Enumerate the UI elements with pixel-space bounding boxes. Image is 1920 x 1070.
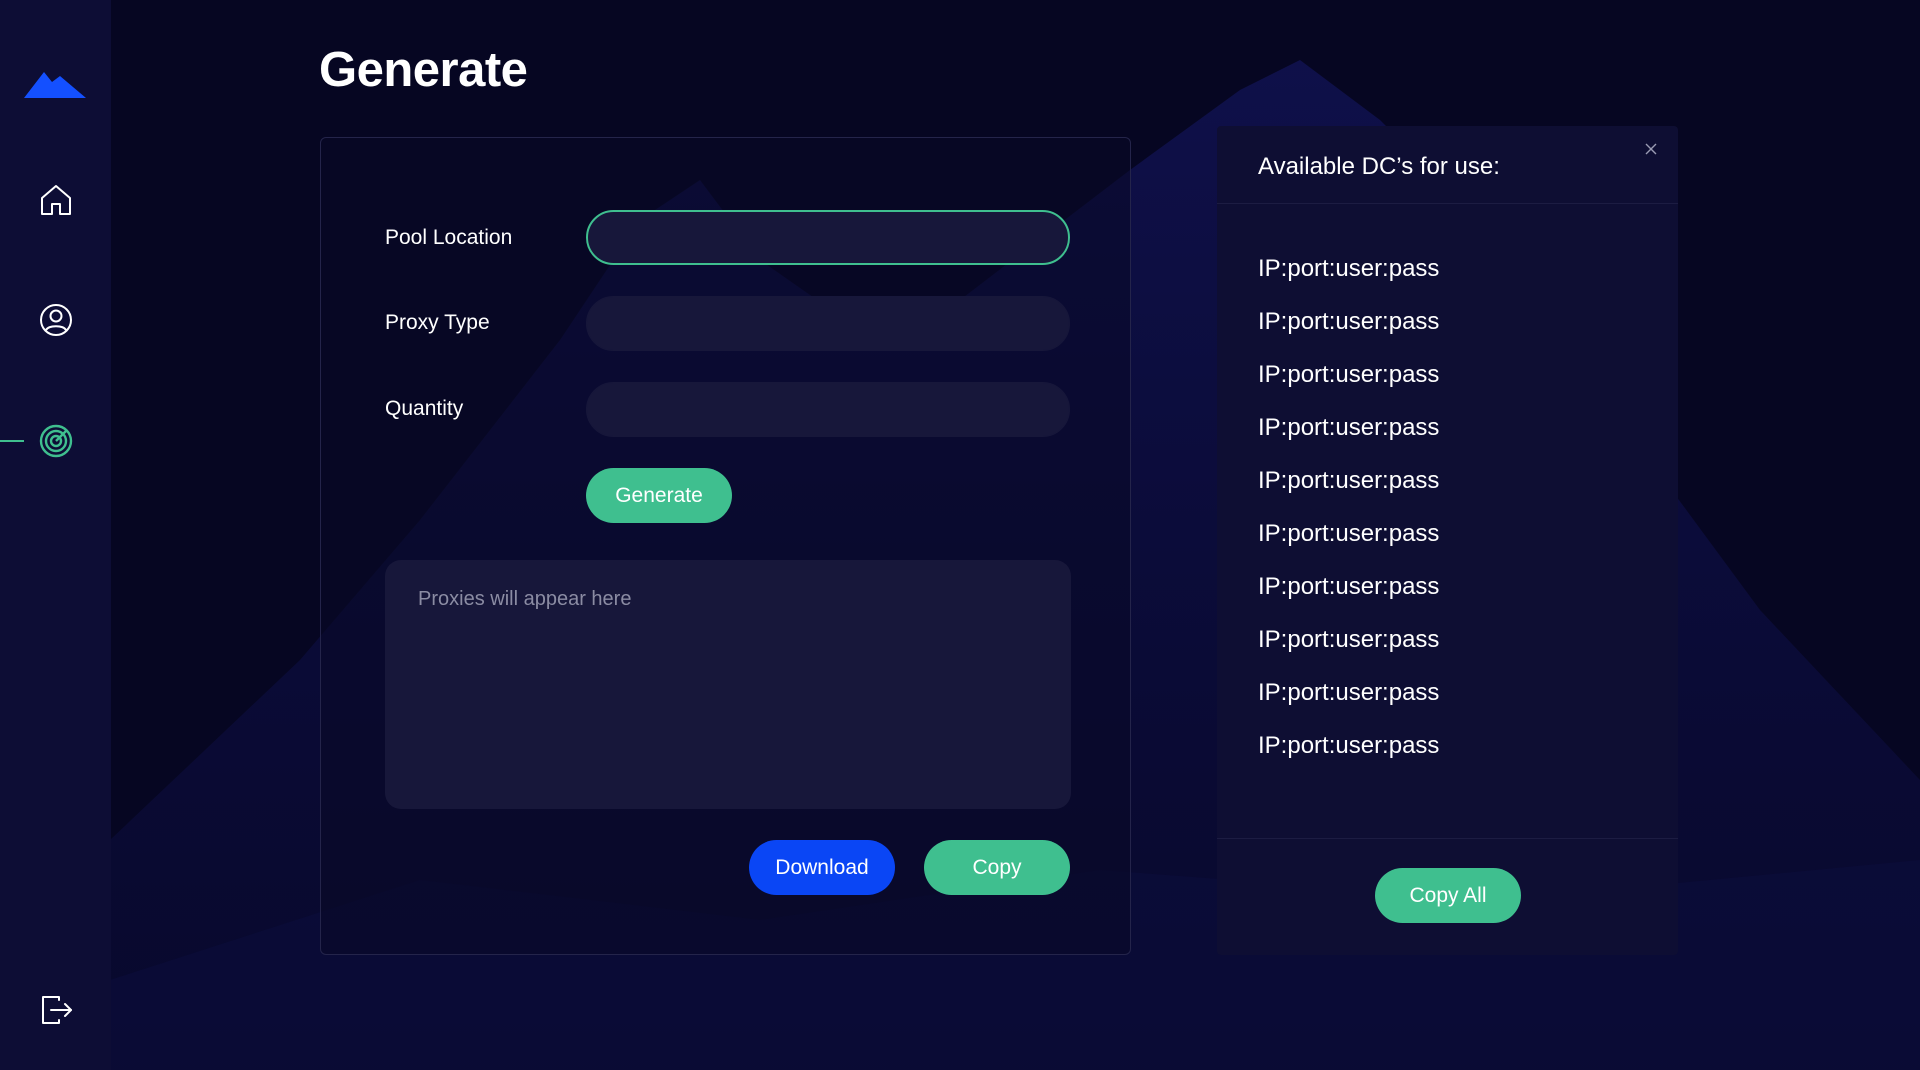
sidebar	[0, 0, 111, 1070]
proxy-output-textarea[interactable]	[385, 560, 1071, 809]
target-icon	[39, 424, 72, 458]
sidebar-item-generate[interactable]	[0, 411, 111, 471]
dc-list-item: IP:port:user:pass	[1258, 308, 1440, 335]
dc-list-item: IP:port:user:pass	[1258, 732, 1440, 759]
download-button[interactable]: Download	[749, 840, 895, 895]
sidebar-item-account[interactable]	[0, 290, 111, 350]
page-title: Generate	[319, 43, 528, 97]
dc-panel-title: Available DC’s for use:	[1258, 153, 1500, 180]
app-root: Generate Pool Location Proxy Type Quanti…	[0, 0, 1920, 1070]
logo-icon	[24, 72, 86, 98]
sidebar-item-home[interactable]	[0, 170, 111, 230]
pool-location-input[interactable]	[586, 210, 1070, 265]
copy-all-button[interactable]: Copy All	[1375, 868, 1521, 923]
close-button[interactable]	[1640, 138, 1662, 160]
sidebar-item-logout[interactable]	[0, 980, 111, 1040]
dc-panel-divider	[1217, 838, 1678, 839]
dc-list-item: IP:port:user:pass	[1258, 255, 1440, 282]
dc-panel-header: Available DC’s for use:	[1217, 126, 1678, 204]
pool-location-label: Pool Location	[385, 226, 513, 249]
quantity-label: Quantity	[385, 397, 464, 420]
dc-list: IP:port:user:pass IP:port:user:pass IP:p…	[1258, 256, 1439, 786]
generate-card: Pool Location Proxy Type Quantity Genera…	[320, 137, 1131, 955]
available-dc-panel: Available DC’s for use: IP:port:user:pas…	[1217, 126, 1678, 955]
home-icon	[40, 185, 71, 215]
quantity-input[interactable]	[586, 382, 1070, 437]
dc-list-item: IP:port:user:pass	[1258, 679, 1440, 706]
dc-list-item: IP:port:user:pass	[1258, 520, 1440, 547]
proxy-type-label: Proxy Type	[385, 311, 490, 334]
copy-button[interactable]: Copy	[924, 840, 1070, 895]
dc-list-item: IP:port:user:pass	[1258, 573, 1440, 600]
close-icon	[1645, 143, 1657, 155]
dc-list-item: IP:port:user:pass	[1258, 361, 1440, 388]
dc-list-item: IP:port:user:pass	[1258, 626, 1440, 653]
logout-icon	[41, 996, 72, 1024]
dc-list-item: IP:port:user:pass	[1258, 414, 1440, 441]
proxy-type-input[interactable]	[586, 296, 1070, 351]
generate-button[interactable]: Generate	[586, 468, 732, 523]
dc-list-item: IP:port:user:pass	[1258, 467, 1440, 494]
user-circle-icon	[39, 304, 72, 336]
